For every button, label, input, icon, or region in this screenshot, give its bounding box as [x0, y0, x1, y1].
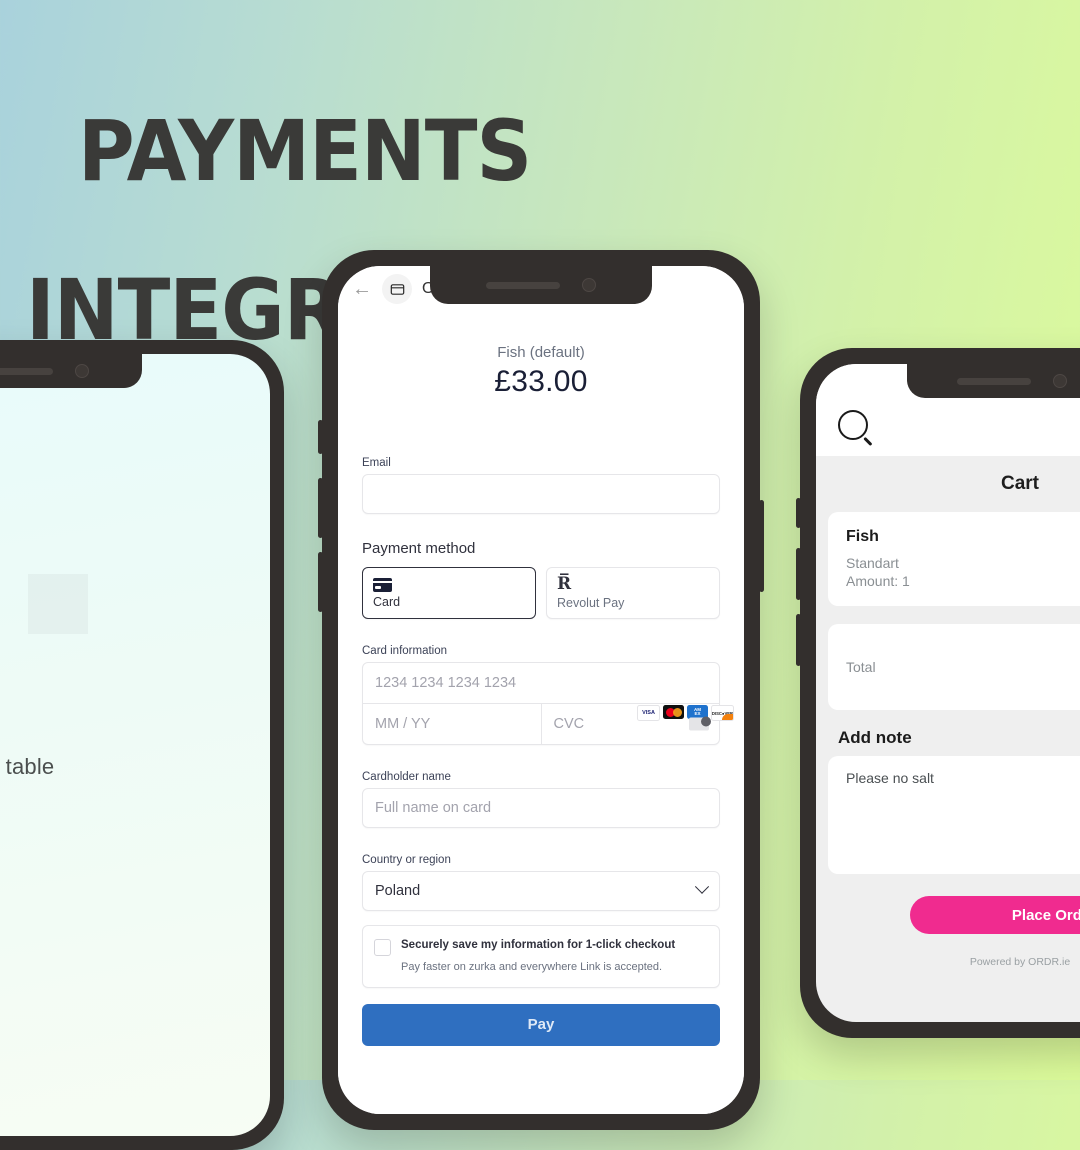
phone-side-button	[318, 420, 323, 454]
phone-mockup-left: Scan QR on the table	[0, 340, 284, 1150]
speaker-icon	[0, 367, 53, 375]
camera-icon	[1053, 374, 1067, 388]
card-number-input[interactable]: 1234 1234 1234 1234	[363, 663, 719, 703]
cart-total-row: Total	[828, 624, 1080, 711]
scan-qr-caption: Scan QR on the table	[0, 754, 55, 779]
place-order-button[interactable]: Place Order	[910, 896, 1080, 935]
storefront-icon[interactable]	[382, 274, 412, 304]
phone-center-screen: ← O Fish (default) £33.00 Email Payment …	[338, 266, 744, 1114]
card-cvc-input[interactable]: CVC	[540, 704, 720, 744]
phone-mockup-right: Cart Fish Standart Amount: 1 Total Add n…	[796, 348, 1080, 1038]
cart-item-name: Fish	[846, 528, 879, 545]
card-expiry-cvc-row: MM / YY CVC	[363, 704, 719, 744]
cvc-hint-icon	[689, 716, 711, 731]
speaker-icon	[957, 377, 1031, 385]
card-information-label: Card information	[362, 645, 448, 657]
phone-right-screen: Cart Fish Standart Amount: 1 Total Add n…	[816, 364, 1080, 1022]
camera-icon	[582, 278, 596, 292]
total-label: Total	[846, 659, 876, 676]
chevron-down-icon	[694, 879, 710, 894]
search-icon[interactable]	[838, 410, 868, 440]
save-info-subtitle: Pay faster on zurka and everywhere Link …	[401, 961, 663, 974]
cart-item-row[interactable]: Fish Standart Amount: 1	[828, 512, 1080, 607]
phone-notch	[430, 266, 652, 304]
phone-left-screen: Scan QR on the table	[0, 354, 270, 1136]
speaker-icon	[486, 281, 560, 289]
phone-volume-down-button	[796, 614, 801, 666]
card-information-group: 1234 1234 1234 1234 VISA AM EX DISC●VER M…	[362, 662, 734, 745]
add-note-label: Add note	[838, 728, 912, 748]
country-label: Country or region	[362, 854, 451, 866]
save-info-title: Securely save my information for 1-click…	[401, 939, 676, 951]
cart-title: Cart	[1000, 473, 1039, 494]
save-info-checkbox[interactable]	[374, 939, 391, 956]
headline-line-1: PAYMENTS	[77, 101, 532, 200]
payment-method-card[interactable]: Card	[362, 567, 536, 619]
email-label: Email	[362, 457, 391, 469]
payment-method-card-label: Card	[373, 594, 401, 609]
phone-power-button	[759, 500, 764, 592]
country-select-value: Poland	[375, 883, 421, 899]
pay-button[interactable]: Pay	[362, 1003, 720, 1046]
card-cvc-placeholder: CVC	[553, 716, 585, 732]
checkout-page: Fish (default) £33.00 Email Payment meth…	[338, 312, 744, 1114]
card-expiry-input[interactable]: MM / YY	[363, 704, 541, 744]
phone-volume-up-button	[318, 478, 323, 538]
phone-notch	[0, 354, 142, 388]
back-arrow-icon[interactable]: ←	[352, 279, 372, 299]
cardholder-name-input[interactable]: Full name on card	[362, 788, 720, 828]
merchant-name: Fish (default)	[497, 344, 585, 361]
cart-item-variant: Standart	[846, 555, 899, 571]
phone-volume-up-button	[796, 548, 801, 600]
card-number-row: 1234 1234 1234 1234 VISA AM EX DISC●VER	[363, 663, 734, 721]
phone-side-button	[796, 498, 801, 528]
order-amount: £33.00	[494, 365, 588, 398]
cardholder-name-label: Cardholder name	[362, 771, 451, 783]
camera-icon	[75, 364, 89, 378]
payment-method-label: Payment method	[362, 540, 476, 557]
country-select[interactable]: Poland	[362, 871, 720, 911]
payment-method-group: Card R̅ Revolut Pay	[362, 567, 720, 619]
phone-notch	[907, 364, 1080, 398]
save-info-text: Securely save my information for 1-click…	[401, 938, 675, 975]
revolut-r-icon: R̅	[557, 574, 572, 594]
phone-volume-down-button	[318, 552, 323, 612]
payment-method-revolut[interactable]: R̅ Revolut Pay	[546, 567, 720, 619]
credit-card-icon	[373, 577, 392, 592]
cart-item-amount: Amount: 1	[846, 573, 910, 590]
powered-by-footer: Powered by ORDR.ie	[969, 956, 1071, 969]
phone-mockup-center: ← O Fish (default) £33.00 Email Payment …	[318, 250, 764, 1130]
payment-method-revolut-label: Revolut Pay	[557, 596, 625, 610]
note-input[interactable]: Please no salt	[828, 756, 1080, 875]
email-input[interactable]	[362, 474, 720, 514]
save-info-panel[interactable]: Securely save my information for 1-click…	[362, 925, 720, 988]
